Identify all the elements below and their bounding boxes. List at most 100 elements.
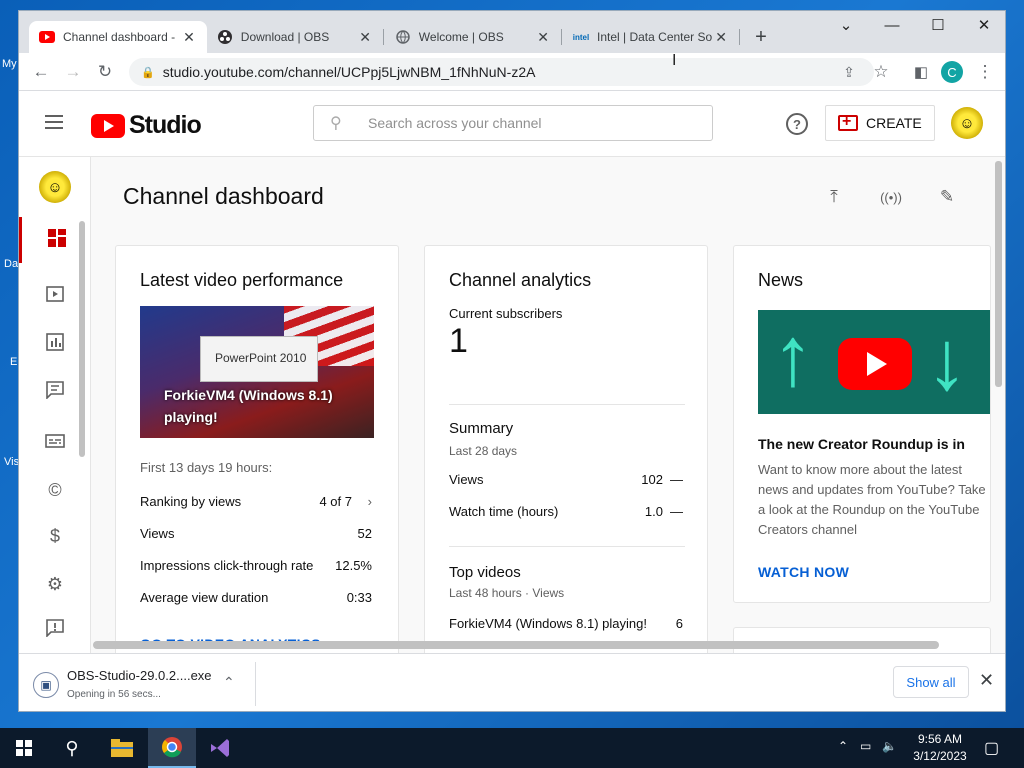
stat-row: Average view duration 0:33 bbox=[140, 590, 374, 605]
volume-icon[interactable]: 🔈 bbox=[882, 739, 897, 753]
tab-label: Download | OBS bbox=[240, 30, 330, 44]
create-button[interactable]: CREATE bbox=[825, 105, 935, 141]
system-clock[interactable]: 9:56 AM 3/12/2023 bbox=[900, 731, 980, 765]
sidebar-item-copyright[interactable]: © bbox=[19, 467, 91, 513]
file-explorer-icon[interactable] bbox=[98, 728, 146, 768]
globe-icon bbox=[395, 29, 411, 45]
clock-date: 3/12/2023 bbox=[913, 749, 967, 763]
download-shelf: ▣ OBS-Studio-29.0.2....exe Opening in 56… bbox=[19, 653, 1005, 711]
visual-studio-icon[interactable] bbox=[196, 728, 244, 768]
tab-strip: Channel dashboard - ✕ Download | OBS ✕ W… bbox=[19, 11, 1005, 53]
thumbnail-title: ForkieVM4 (Windows 8.1) playing! bbox=[164, 387, 333, 425]
chevron-right-icon: › bbox=[367, 494, 372, 509]
channel-avatar[interactable]: ☺ bbox=[39, 171, 71, 203]
kebab-menu-icon[interactable]: ⋮ bbox=[973, 60, 997, 84]
address-bar[interactable]: 🔒 studio.youtube.com/channel/UCPpj5LjwNB… bbox=[129, 58, 874, 86]
studio-header: Studio ⚲ Search across your channel ? CR… bbox=[19, 91, 1005, 157]
summary-value: 1.0 bbox=[644, 504, 663, 519]
close-icon[interactable]: ✕ bbox=[357, 29, 373, 46]
tab-welcome-obs[interactable]: Welcome | OBS ✕ bbox=[385, 21, 561, 53]
video-thumbnail[interactable]: PowerPoint 2010 ForkieVM4 (Windows 8.1) … bbox=[140, 306, 374, 438]
close-icon[interactable]: ✕ bbox=[713, 29, 729, 46]
bookmark-star-icon[interactable]: ☆ bbox=[869, 60, 893, 84]
top-videos-period: Last 48 hours · Views bbox=[449, 586, 565, 600]
reload-icon[interactable]: ↻ bbox=[93, 60, 117, 84]
search-icon: ⚲ bbox=[330, 115, 342, 132]
create-video-icon bbox=[838, 113, 858, 131]
tray-chevron-up-icon[interactable]: ⌃ bbox=[838, 739, 848, 753]
stat-value: 52 bbox=[357, 526, 372, 541]
stat-row[interactable]: Ranking by views 4 of 7 › bbox=[140, 494, 374, 509]
arrow-up-icon: ↑ bbox=[772, 310, 814, 403]
upload-icon[interactable]: ⤒ bbox=[816, 179, 852, 215]
share-icon[interactable]: ⇪ bbox=[837, 60, 861, 84]
url-text: studio.youtube.com/channel/UCPpj5LjwNBM_… bbox=[162, 64, 536, 80]
tab-separator bbox=[739, 29, 740, 45]
hamburger-menu-icon[interactable] bbox=[45, 115, 63, 129]
content-icon bbox=[46, 285, 64, 307]
page-horizontal-scrollbar[interactable] bbox=[93, 641, 939, 649]
subtitles-icon bbox=[45, 432, 65, 453]
go-live-icon[interactable]: ((•)) bbox=[873, 179, 909, 215]
sidebar-item-feedback[interactable] bbox=[19, 607, 91, 653]
chrome-icon[interactable] bbox=[148, 728, 196, 768]
minimize-button[interactable]: — bbox=[869, 15, 915, 37]
tab-download-obs[interactable]: Download | OBS ✕ bbox=[207, 21, 383, 53]
youtube-studio-logo[interactable]: Studio bbox=[91, 111, 202, 140]
tab-label: Intel | Data Center So bbox=[597, 30, 713, 44]
notifications-icon[interactable]: ▢ bbox=[984, 738, 999, 758]
trend-indicator: — bbox=[670, 472, 683, 487]
summary-row: Watch time (hours) 1.0 — bbox=[449, 504, 685, 519]
tab-search-chevron-icon[interactable]: ⌄ bbox=[823, 15, 869, 37]
thumbnail-app-window: PowerPoint 2010 bbox=[200, 336, 318, 382]
back-arrow-icon[interactable]: ← bbox=[29, 60, 53, 84]
sidebar-item-settings[interactable]: ⚙ bbox=[19, 561, 91, 607]
top-video-views: 6 bbox=[675, 616, 683, 631]
obs-icon bbox=[217, 29, 233, 45]
watch-now-link[interactable]: WATCH NOW bbox=[758, 564, 849, 580]
desktop-icon-label: My bbox=[2, 58, 17, 70]
youtube-icon bbox=[39, 29, 55, 45]
summary-label: Watch time (hours) bbox=[449, 504, 559, 519]
side-panel-icon[interactable]: ◧ bbox=[909, 60, 933, 84]
edit-icon[interactable]: ✎ bbox=[929, 179, 965, 215]
stat-label: Ranking by views bbox=[140, 494, 242, 509]
search-icon[interactable]: ⚲ bbox=[48, 728, 96, 768]
tab-channel-dashboard[interactable]: Channel dashboard - ✕ bbox=[29, 21, 207, 53]
search-input[interactable]: ⚲ Search across your channel bbox=[313, 105, 713, 141]
stat-row: Impressions click-through rate 12.5% bbox=[140, 558, 374, 573]
chevron-up-icon[interactable]: ⌃ bbox=[223, 674, 235, 691]
tab-intel[interactable]: intel Intel | Data Center So ✕ bbox=[563, 21, 739, 53]
help-icon[interactable]: ? bbox=[786, 113, 808, 135]
forward-arrow-icon[interactable]: → bbox=[61, 60, 85, 84]
network-icon[interactable]: ▭ bbox=[860, 739, 871, 753]
close-icon[interactable]: ✕ bbox=[979, 670, 994, 691]
download-item[interactable]: ▣ OBS-Studio-29.0.2....exe Opening in 56… bbox=[33, 668, 212, 700]
close-icon[interactable]: ✕ bbox=[535, 29, 551, 46]
page-vertical-scrollbar[interactable] bbox=[995, 161, 1002, 387]
top-video-row[interactable]: ForkieVM4 (Windows 8.1) playing! 6 bbox=[449, 616, 685, 631]
youtube-logo-icon bbox=[91, 113, 125, 138]
summary-title: Summary bbox=[449, 420, 514, 437]
feedback-icon bbox=[46, 618, 64, 642]
create-label: CREATE bbox=[866, 115, 922, 131]
account-avatar[interactable]: ☺ bbox=[951, 107, 983, 139]
trend-indicator: — bbox=[670, 504, 683, 519]
maximize-button[interactable]: ☐ bbox=[915, 15, 961, 37]
search-placeholder: Search across your channel bbox=[368, 115, 542, 131]
divider bbox=[449, 404, 685, 405]
news-thumbnail[interactable]: ↑ ↓ bbox=[758, 310, 990, 414]
gear-icon: ⚙ bbox=[46, 573, 64, 594]
new-tab-button[interactable]: + bbox=[749, 25, 773, 49]
close-icon[interactable]: ✕ bbox=[181, 29, 197, 46]
window-close-button[interactable]: ✕ bbox=[961, 15, 1005, 37]
show-all-button[interactable]: Show all bbox=[893, 666, 969, 698]
sidebar-scrollbar[interactable] bbox=[79, 221, 85, 457]
windows-start-icon[interactable] bbox=[0, 728, 48, 768]
profile-avatar[interactable]: C bbox=[941, 61, 963, 83]
dollar-icon: $ bbox=[49, 525, 60, 546]
news-headline: The new Creator Roundup is in bbox=[758, 436, 965, 452]
installer-icon: ▣ bbox=[33, 672, 59, 698]
sidebar-item-earn[interactable]: $ bbox=[19, 513, 91, 559]
logo-text: Studio bbox=[129, 111, 202, 139]
